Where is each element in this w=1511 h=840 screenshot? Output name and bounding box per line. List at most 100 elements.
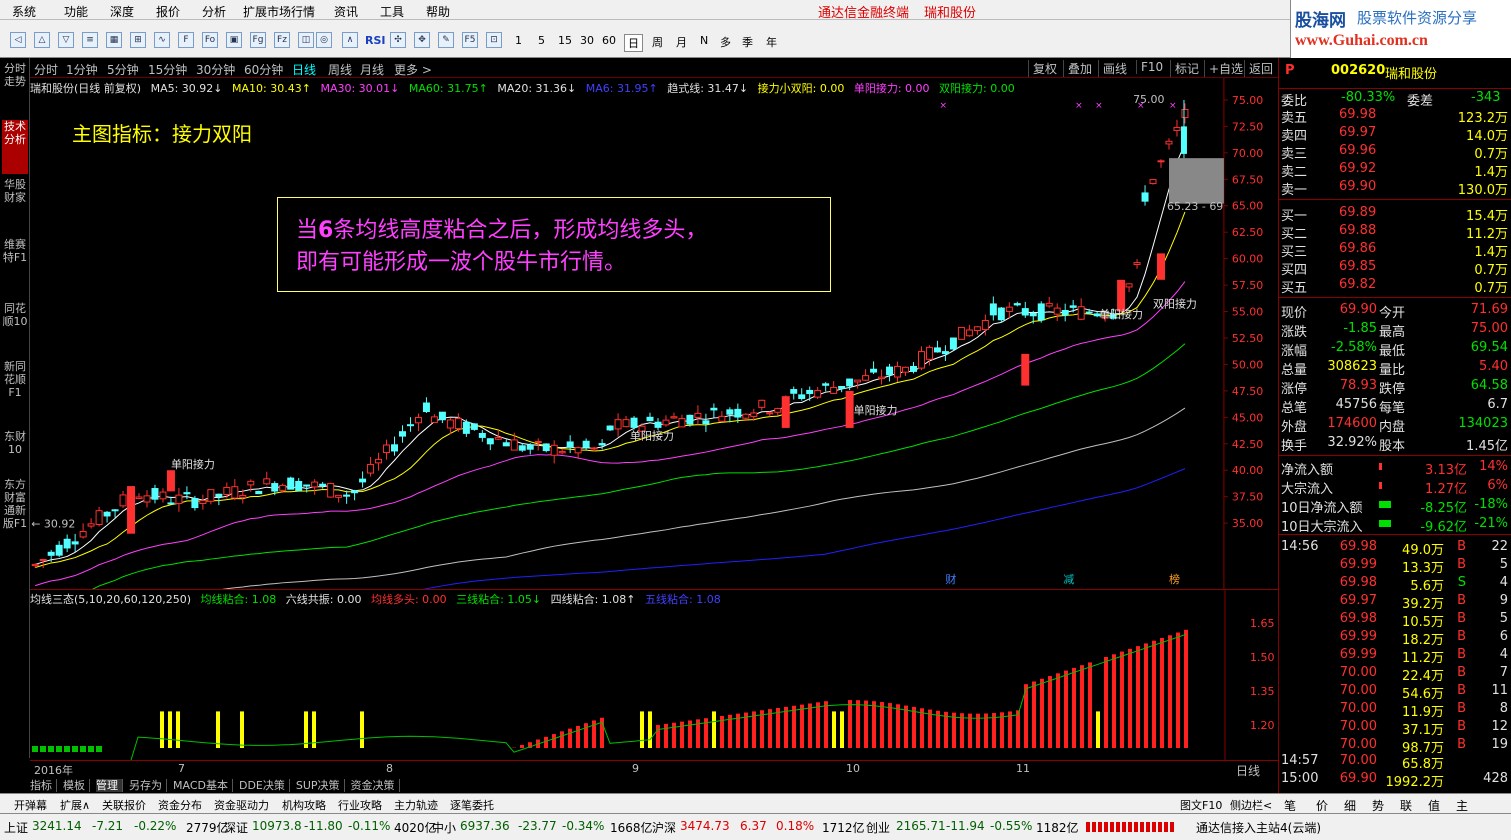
sidebar-button[interactable]: 侧边栏< — [1230, 797, 1272, 813]
period-1min[interactable]: 1分钟 — [66, 61, 98, 78]
period-30[interactable]: 30 — [580, 34, 594, 47]
menu-depth[interactable]: 深度 — [110, 3, 134, 20]
f5-icon[interactable]: F5 — [462, 32, 478, 48]
tab-intraday[interactable]: 分时走势 — [2, 62, 28, 116]
indicator-icon[interactable]: ∧ — [342, 32, 358, 48]
tab-dongcai[interactable]: 东财10 — [2, 430, 28, 474]
period-quarter[interactable]: 季 — [742, 34, 753, 50]
period-week[interactable]: 周 — [652, 34, 663, 50]
period-60[interactable]: 60 — [602, 34, 616, 47]
kline-icon[interactable]: ⊞ — [130, 32, 146, 48]
menu-system[interactable]: 系统 — [12, 3, 36, 20]
zoom-icon[interactable]: ◎ — [316, 32, 332, 48]
f10-icon[interactable]: F — [178, 32, 194, 48]
period-15min[interactable]: 15分钟 — [148, 61, 187, 78]
tab-huagu[interactable]: 华股财家 — [2, 178, 28, 232]
menu-help[interactable]: 帮助 — [426, 3, 450, 20]
kline-chart[interactable]: 75.00 72.50 70.00 67.50 65.00 62.50 60.00 57.50… — [30, 78, 1278, 590]
rtab-main[interactable]: 主 — [1456, 797, 1468, 814]
candle-body — [159, 491, 167, 500]
back-icon[interactable]: ◁ — [10, 32, 26, 48]
period-month[interactable]: 月 — [676, 34, 687, 50]
expand-button[interactable]: 扩展∧ — [60, 797, 90, 813]
candle-body — [886, 366, 894, 376]
main-track-button[interactable]: 主力轨迹 — [394, 797, 438, 813]
period-n[interactable]: N — [700, 34, 708, 47]
period-daily[interactable]: 日线 — [292, 61, 316, 78]
period-icon[interactable]: ⊡ — [486, 32, 502, 48]
flow-row-cell: -21% — [1474, 516, 1508, 531]
period-monthly[interactable]: 月线 — [360, 61, 384, 78]
pen-icon[interactable]: ✎ — [438, 32, 454, 48]
tab-macd[interactable]: MACD基本 — [173, 779, 233, 792]
tab-dde[interactable]: DDE决策 — [238, 779, 290, 792]
tab-weisaite[interactable]: 维赛特F1 — [2, 238, 28, 296]
tab-template[interactable]: 模板 — [63, 779, 90, 792]
calc-icon[interactable]: ◫ — [298, 32, 314, 48]
rsi-icon[interactable]: RSI — [365, 34, 386, 47]
period-year[interactable]: 年 — [766, 34, 777, 50]
menu-analysis[interactable]: 分析 — [202, 3, 226, 20]
move-icon[interactable]: ✥ — [414, 32, 430, 48]
rtab-trade[interactable]: 笔 — [1284, 797, 1296, 814]
period-more[interactable]: 更多 > — [394, 61, 432, 78]
period-day[interactable]: 日 — [624, 34, 643, 52]
grid-icon[interactable]: ▦ — [106, 32, 122, 48]
menu-quote[interactable]: 报价 — [156, 3, 180, 20]
line-chart-icon[interactable]: ∿ — [154, 32, 170, 48]
chart-icon[interactable]: ▣ — [226, 32, 242, 48]
menu-function[interactable]: 功能 — [64, 3, 88, 20]
industry-button[interactable]: 行业攻略 — [338, 797, 382, 813]
danmu-button[interactable]: 开弹幕 — [14, 797, 47, 813]
return-button[interactable]: 返回 — [1244, 60, 1273, 77]
tab-ths[interactable]: 同花顺10 — [2, 302, 28, 356]
fund-dist-button[interactable]: 资金分布 — [158, 797, 202, 813]
f10-button[interactable]: F10 — [1136, 60, 1163, 74]
rtab-price[interactable]: 价 — [1316, 797, 1328, 814]
rtab-value[interactable]: 值 — [1428, 797, 1440, 814]
period-multi[interactable]: 多 — [720, 34, 731, 50]
rtab-detail[interactable]: 细 — [1344, 797, 1356, 814]
rtab-trend[interactable]: 势 — [1372, 797, 1384, 814]
menu-tools[interactable]: 工具 — [380, 3, 404, 20]
sub-legend-c: 均线多头: 0.00 — [370, 593, 447, 606]
period-intraday[interactable]: 分时 — [34, 61, 58, 78]
period-30min[interactable]: 30分钟 — [196, 61, 235, 78]
tab-new-ths[interactable]: 新同花顺F1 — [2, 360, 28, 426]
dna-icon[interactable]: ✣ — [390, 32, 406, 48]
f10-text-button[interactable]: 图文F10 — [1180, 797, 1222, 813]
fund-drive-button[interactable]: 资金驱动力 — [214, 797, 269, 813]
down-icon[interactable]: ▽ — [58, 32, 74, 48]
order-button[interactable]: 逐笔委托 — [450, 797, 494, 813]
period-5min[interactable]: 5分钟 — [107, 61, 139, 78]
rtab-related[interactable]: 联 — [1400, 797, 1412, 814]
up-icon[interactable]: △ — [34, 32, 50, 48]
related-quote-button[interactable]: 关联报价 — [102, 797, 146, 813]
mark-button[interactable]: 标记 — [1170, 60, 1199, 77]
list-icon[interactable]: ≡ — [82, 32, 98, 48]
period-weekly[interactable]: 周线 — [328, 61, 352, 78]
fo-icon[interactable]: Fo — [202, 32, 218, 48]
restore-rights-button[interactable]: 复权 — [1028, 60, 1057, 77]
tab-fund[interactable]: 资金决策 — [350, 779, 400, 792]
period-1[interactable]: 1 — [515, 34, 522, 47]
period-60min[interactable]: 60分钟 — [244, 61, 283, 78]
tab-sup[interactable]: SUP决策 — [295, 779, 345, 792]
fg-icon[interactable]: Fg — [250, 32, 266, 48]
tab-save-as[interactable]: 另存为 — [129, 779, 167, 792]
tab-manage[interactable]: 管理 — [96, 779, 123, 792]
inst-button[interactable]: 机构攻略 — [282, 797, 326, 813]
fz-icon[interactable]: Fz — [274, 32, 290, 48]
menu-ext-market[interactable]: 扩展市场行情 — [243, 3, 315, 20]
tab-indicator[interactable]: 指标 — [30, 779, 57, 792]
sub-indicator-chart[interactable]: 1.65 1.50 1.35 1.20 — [30, 590, 1278, 760]
draw-button[interactable]: 画线 — [1098, 60, 1127, 77]
period-5[interactable]: 5 — [538, 34, 545, 47]
period-15[interactable]: 15 — [558, 34, 572, 47]
candle-body — [119, 494, 127, 507]
tab-technical[interactable]: 技术分析 — [2, 120, 28, 174]
overlay-button[interactable]: 叠加 — [1063, 60, 1092, 77]
tab-eastmoney[interactable]: 东方财富通新版F1 — [2, 478, 28, 578]
add-watchlist-button[interactable]: +自选 — [1204, 60, 1243, 77]
menu-news[interactable]: 资讯 — [334, 3, 358, 20]
